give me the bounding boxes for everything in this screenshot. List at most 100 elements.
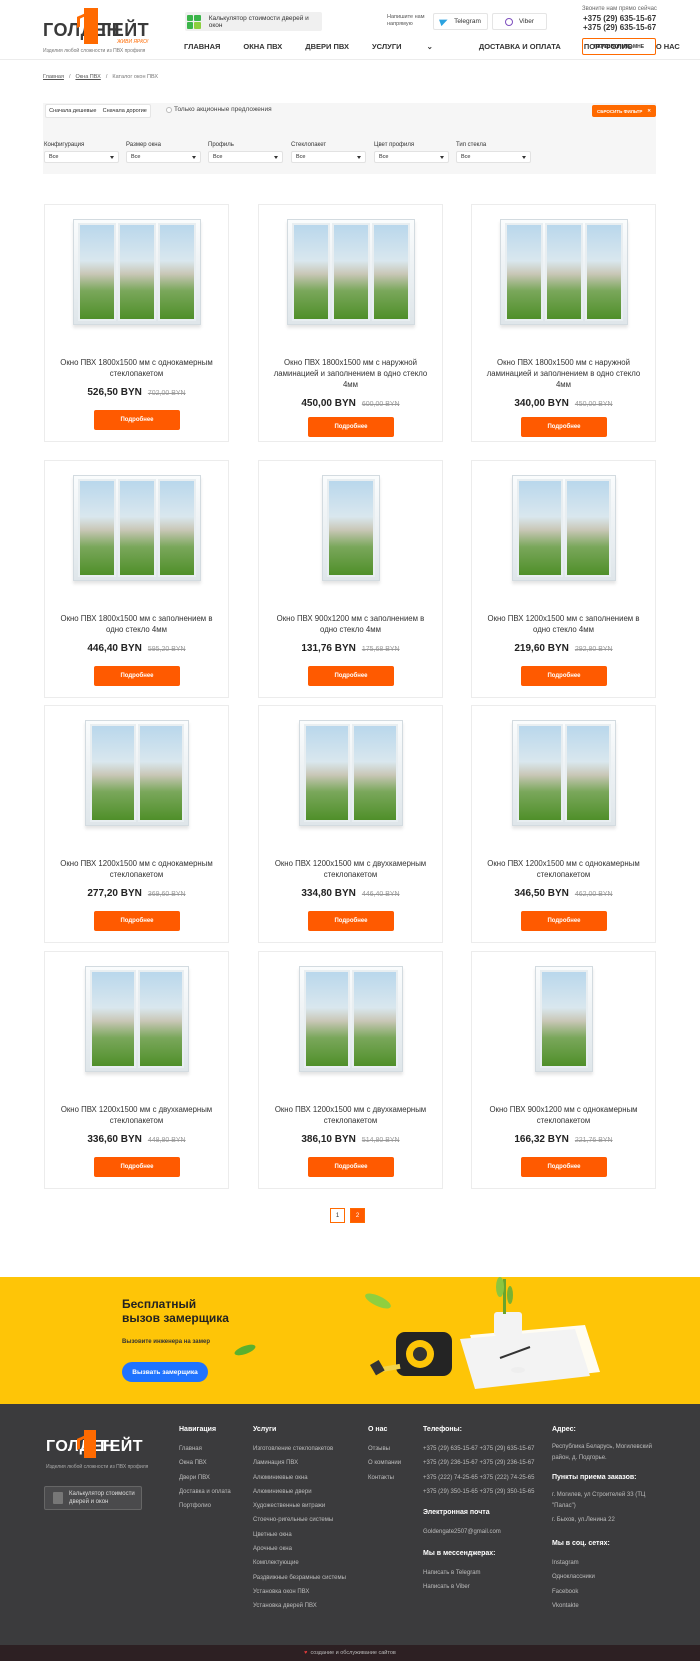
footer-link[interactable]: Контакты — [368, 1471, 401, 1485]
footer-link[interactable]: Арочные окна — [253, 1542, 346, 1556]
page-1-button[interactable]: 1 — [330, 1208, 345, 1223]
nav-item-windows[interactable]: ОКНА ПВХ — [243, 42, 282, 51]
footer-link[interactable]: Доставка и оплата — [179, 1485, 231, 1499]
nav-item-home[interactable]: ГЛАВНАЯ — [184, 42, 220, 51]
footer-link[interactable]: Художественные витражи — [253, 1499, 346, 1513]
footer-link[interactable]: Установка окон ПВХ — [253, 1585, 346, 1599]
footer-link[interactable]: Стоечно-ригельные системы — [253, 1513, 346, 1527]
footer-link[interactable]: Портфолио — [179, 1499, 231, 1513]
product-image[interactable] — [84, 966, 189, 1072]
page-2-button[interactable]: 2 — [350, 1208, 365, 1223]
footer-link[interactable]: Окна ПВХ — [179, 1456, 231, 1470]
product-title[interactable]: Окно ПВХ 900х1200 мм с заполнением в одн… — [269, 613, 432, 635]
footer-link[interactable]: Комплектующие — [253, 1556, 346, 1570]
footer-link[interactable]: Раздвижные безрамные системы — [253, 1571, 346, 1585]
product-image[interactable] — [511, 475, 616, 581]
footer-link[interactable]: Одноклассники — [552, 1570, 610, 1584]
footer-link[interactable]: Отзывы — [368, 1442, 401, 1456]
footer-link[interactable]: Цветные окна — [253, 1528, 346, 1542]
product-card[interactable]: Окно ПВХ 1200х1500 мм с однокамерным сте… — [471, 705, 656, 943]
calculator-button[interactable]: Калькулятор стоимости дверей и окон — [185, 12, 322, 31]
sort-cheap-button[interactable]: Сначала дешевые — [49, 108, 96, 114]
product-title[interactable]: Окно ПВХ 1200х1500 мм с однокамерным сте… — [55, 858, 218, 880]
credit-text[interactable]: создание и обслуживание сайтов — [310, 1650, 395, 1656]
call-measurer-button[interactable]: Вызвать замерщика — [122, 1362, 208, 1382]
nav-item-about[interactable]: О НАС ⌄ — [656, 42, 700, 51]
footer-link[interactable]: Республика Беларусь, Могилевский район, … — [552, 1442, 657, 1464]
promo-label[interactable]: Только акционные предложения — [174, 106, 272, 113]
viber-button[interactable]: Viber — [492, 13, 547, 30]
product-title[interactable]: Окно ПВХ 1200х1500 мм с двухкамерным сте… — [269, 858, 432, 880]
footer-link[interactable]: Goldengate2507@gmail.com — [423, 1525, 501, 1539]
product-title[interactable]: Окно ПВХ 900х1200 мм с однокамерным стек… — [482, 1104, 645, 1126]
product-image[interactable] — [72, 219, 201, 325]
details-button[interactable]: Подробнее — [94, 1157, 180, 1177]
product-image[interactable] — [321, 475, 380, 581]
footer-link[interactable]: +375 (29) 236-15-67 +375 (29) 236-15-67 — [423, 1456, 534, 1470]
product-image[interactable] — [298, 720, 403, 826]
site-logo[interactable]: ГОЛДЕН ГЕЙТ ЖИВИ ЯРКО! Изделия любой сло… — [43, 8, 153, 56]
footer-link[interactable]: Установка дверей ПВХ — [253, 1599, 346, 1613]
phone-primary[interactable]: +375 (29) 635-15-67 — [583, 14, 656, 23]
filter-select[interactable]: Все — [456, 151, 531, 163]
product-image[interactable] — [84, 720, 189, 826]
sort-expensive-button[interactable]: Сначала дорогие — [103, 108, 147, 114]
product-card[interactable]: Окно ПВХ 1200х1500 мм с двухкамерным сте… — [44, 951, 229, 1189]
product-card[interactable]: Окно ПВХ 1200х1500 мм с заполнением в од… — [471, 460, 656, 698]
details-button[interactable]: Подробнее — [94, 410, 180, 430]
footer-link[interactable]: г. Могилев, ул Строителей 33 (ТЦ "Палас"… — [552, 1490, 657, 1512]
footer-link[interactable]: Главная — [179, 1442, 231, 1456]
product-title[interactable]: Окно ПВХ 1200х1500 мм с однокамерным сте… — [482, 858, 645, 880]
breadcrumb-windows[interactable]: Окна ПВХ — [75, 74, 100, 80]
filter-select[interactable]: Все — [291, 151, 366, 163]
product-card[interactable]: Окно ПВХ 900х1200 мм с заполнением в одн… — [258, 460, 443, 698]
nav-item-services[interactable]: УСЛУГИ ⌄ — [372, 42, 456, 51]
nav-item-delivery[interactable]: ДОСТАВКА И ОПЛАТА — [479, 42, 561, 51]
footer-link[interactable]: Написать в Viber — [423, 1580, 496, 1594]
product-image[interactable] — [534, 966, 593, 1072]
product-image[interactable] — [72, 475, 201, 581]
filter-select[interactable]: Все — [374, 151, 449, 163]
filter-select[interactable]: Все — [44, 151, 119, 163]
footer-link[interactable]: Facebook — [552, 1585, 610, 1599]
details-button[interactable]: Подробнее — [94, 911, 180, 931]
filter-select[interactable]: Все — [208, 151, 283, 163]
product-image[interactable] — [298, 966, 403, 1072]
footer-link[interactable]: Написать в Telegram — [423, 1566, 496, 1580]
footer-link[interactable]: Алюминиевые окна — [253, 1471, 346, 1485]
details-button[interactable]: Подробнее — [308, 666, 394, 686]
details-button[interactable]: Подробнее — [308, 1157, 394, 1177]
product-card[interactable]: Окно ПВХ 1200х1500 мм с двухкамерным сте… — [258, 705, 443, 943]
product-title[interactable]: Окно ПВХ 1200х1500 мм с заполнением в од… — [482, 613, 645, 635]
product-card[interactable]: Окно ПВХ 1800х1500 мм с наружной ламинац… — [258, 204, 443, 442]
product-title[interactable]: Окно ПВХ 1200х1500 мм с двухкамерным сте… — [269, 1104, 432, 1126]
nav-item-doors[interactable]: ДВЕРИ ПВХ — [305, 42, 349, 51]
footer-link[interactable]: Двери ПВХ — [179, 1471, 231, 1485]
details-button[interactable]: Подробнее — [308, 417, 394, 437]
footer-link[interactable]: +375 (29) 350-15-65 +375 (29) 350-15-65 — [423, 1485, 534, 1499]
product-image[interactable] — [286, 219, 415, 325]
phone-secondary[interactable]: +375 (29) 635-15-67 — [583, 23, 656, 32]
product-title[interactable]: Окно ПВХ 1800х1500 мм с однокамерным сте… — [55, 357, 218, 379]
product-card[interactable]: Окно ПВХ 1200х1500 мм с однокамерным сте… — [44, 705, 229, 943]
breadcrumb-home[interactable]: Главная — [43, 74, 64, 80]
footer-link[interactable]: Vkontakte — [552, 1599, 610, 1613]
details-button[interactable]: Подробнее — [521, 1157, 607, 1177]
footer-logo[interactable]: ГОЛДЕН ГЕЙТ Изделия любой сложности из П… — [46, 1430, 156, 1470]
footer-link[interactable]: +375 (29) 635-15-67 +375 (29) 635-15-67 — [423, 1442, 534, 1456]
details-button[interactable]: Подробнее — [521, 417, 607, 437]
product-card[interactable]: Окно ПВХ 1800х1500 мм с однокамерным сте… — [44, 204, 229, 442]
product-card[interactable]: Окно ПВХ 1800х1500 мм с наружной ламинац… — [471, 204, 656, 442]
product-title[interactable]: Окно ПВХ 1800х1500 мм с заполнением в од… — [55, 613, 218, 635]
reset-filter-button[interactable]: СБРОСИТЬ ФИЛЬТР ✕ — [592, 105, 656, 117]
footer-link[interactable]: Изготовление стеклопакетов — [253, 1442, 346, 1456]
nav-item-portfolio[interactable]: ПОРТФОЛИО — [584, 42, 633, 51]
product-card[interactable]: Окно ПВХ 900х1200 мм с однокамерным стек… — [471, 951, 656, 1189]
details-button[interactable]: Подробнее — [521, 911, 607, 931]
details-button[interactable]: Подробнее — [308, 911, 394, 931]
details-button[interactable]: Подробнее — [521, 666, 607, 686]
filter-select[interactable]: Все — [126, 151, 201, 163]
product-card[interactable]: Окно ПВХ 1800х1500 мм с заполнением в од… — [44, 460, 229, 698]
footer-link[interactable]: г. Быхов, ул.Ленина 22 — [552, 1515, 657, 1526]
product-title[interactable]: Окно ПВХ 1800х1500 мм с наружной ламинац… — [482, 357, 645, 390]
